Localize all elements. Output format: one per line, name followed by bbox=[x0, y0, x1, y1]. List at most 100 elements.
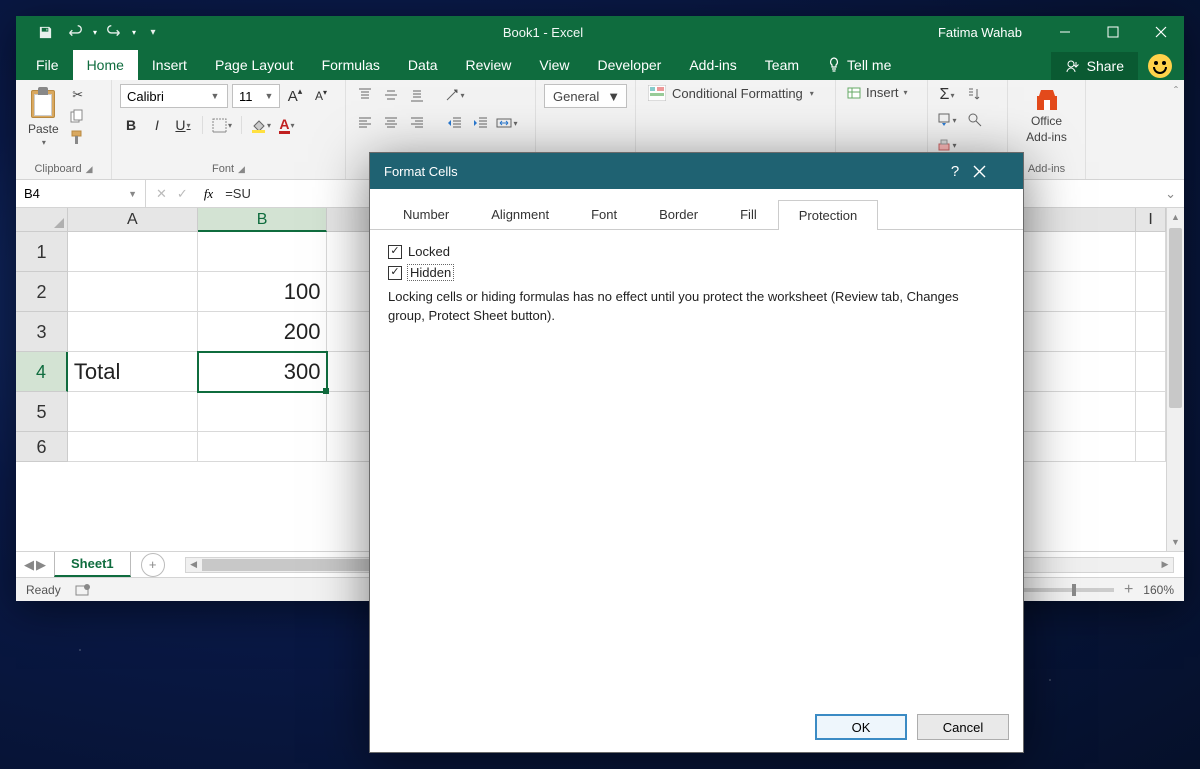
col-header-b[interactable]: B bbox=[198, 208, 328, 232]
scroll-down-icon[interactable]: ▼ bbox=[1167, 533, 1184, 551]
fill-icon[interactable]: ▾ bbox=[936, 109, 958, 131]
macro-record-icon[interactable] bbox=[75, 583, 91, 597]
align-middle-icon[interactable] bbox=[380, 84, 402, 106]
zoom-in-icon[interactable]: + bbox=[1124, 581, 1133, 599]
increase-font-icon[interactable]: A▴ bbox=[284, 85, 306, 107]
tab-review[interactable]: Review bbox=[452, 50, 526, 80]
share-button[interactable]: Share bbox=[1051, 52, 1138, 80]
font-name-combo[interactable]: ▼ bbox=[120, 84, 228, 108]
chevron-down-icon[interactable]: ▼ bbox=[128, 189, 137, 199]
dialog-tab-font[interactable]: Font bbox=[570, 199, 638, 229]
sheet-nav-next-icon[interactable]: ▶ bbox=[36, 557, 46, 573]
cell-a6[interactable] bbox=[68, 432, 198, 462]
tab-developer[interactable]: Developer bbox=[584, 50, 676, 80]
dialog-titlebar[interactable]: Format Cells ? bbox=[370, 153, 1023, 189]
row-header-4[interactable]: 4 bbox=[16, 352, 68, 392]
row-header-2[interactable]: 2 bbox=[16, 272, 68, 312]
vertical-scrollbar[interactable]: ▲ ▼ bbox=[1166, 208, 1184, 551]
underline-button[interactable]: U▾ bbox=[172, 114, 194, 136]
dialog-close-button[interactable] bbox=[973, 165, 1009, 178]
redo-icon[interactable] bbox=[101, 19, 127, 45]
autosum-icon[interactable]: Σ▾ bbox=[936, 84, 958, 106]
cancel-formula-icon[interactable]: ✕ bbox=[152, 186, 171, 202]
tab-formulas[interactable]: Formulas bbox=[308, 50, 394, 80]
cancel-button[interactable]: Cancel bbox=[917, 714, 1009, 740]
cell-b1[interactable] bbox=[198, 232, 328, 272]
cell-b5[interactable] bbox=[198, 392, 328, 432]
zoom-level[interactable]: 160% bbox=[1143, 583, 1174, 597]
align-left-icon[interactable] bbox=[354, 112, 376, 134]
dialog-tab-number[interactable]: Number bbox=[382, 199, 470, 229]
chevron-down-icon[interactable]: ▼ bbox=[607, 89, 620, 104]
font-size-input[interactable] bbox=[233, 89, 261, 104]
cell-b3[interactable]: 200 bbox=[198, 312, 328, 352]
cell-b2[interactable]: 100 bbox=[198, 272, 328, 312]
tab-page-layout[interactable]: Page Layout bbox=[201, 50, 308, 80]
dialog-tab-alignment[interactable]: Alignment bbox=[470, 199, 570, 229]
hidden-label[interactable]: Hidden bbox=[408, 265, 453, 280]
hidden-checkbox[interactable]: ✓ bbox=[388, 266, 402, 280]
expand-formula-bar-icon[interactable]: ⌄ bbox=[1157, 186, 1184, 202]
scroll-left-icon[interactable]: ◀ bbox=[186, 558, 202, 572]
feedback-smiley-icon[interactable] bbox=[1148, 54, 1172, 78]
insert-cells-button[interactable]: Insert▾ bbox=[844, 84, 910, 101]
cell-a2[interactable] bbox=[68, 272, 198, 312]
align-right-icon[interactable] bbox=[406, 112, 428, 134]
sort-filter-icon[interactable] bbox=[964, 84, 986, 106]
conditional-formatting-button[interactable]: Conditional Formatting▾ bbox=[644, 84, 818, 102]
ok-button[interactable]: OK bbox=[815, 714, 907, 740]
cell-b6[interactable] bbox=[198, 432, 328, 462]
sheet-tab-sheet1[interactable]: Sheet1 bbox=[54, 552, 131, 577]
user-name[interactable]: Fatima Wahab bbox=[920, 25, 1040, 40]
tab-data[interactable]: Data bbox=[394, 50, 452, 80]
name-box[interactable]: B4 ▼ bbox=[16, 180, 146, 207]
borders-button[interactable]: ▾ bbox=[211, 114, 233, 136]
align-bottom-icon[interactable] bbox=[406, 84, 428, 106]
align-center-icon[interactable] bbox=[380, 112, 402, 134]
bold-button[interactable]: B bbox=[120, 114, 142, 136]
number-format-combo[interactable]: General ▼ bbox=[544, 84, 627, 108]
tab-insert[interactable]: Insert bbox=[138, 50, 201, 80]
row-header-5[interactable]: 5 bbox=[16, 392, 68, 432]
enter-formula-icon[interactable]: ✓ bbox=[173, 186, 192, 202]
tab-file[interactable]: File bbox=[22, 50, 73, 80]
fx-label[interactable]: fx bbox=[198, 186, 219, 202]
scrollbar-thumb[interactable] bbox=[1169, 228, 1182, 408]
save-icon[interactable] bbox=[32, 19, 58, 45]
orientation-icon[interactable]: ▾ bbox=[444, 84, 466, 106]
paste-button[interactable]: Paste ▾ bbox=[24, 84, 63, 149]
dialog-help-button[interactable]: ? bbox=[937, 163, 973, 180]
dialog-launcher-icon[interactable]: ◢ bbox=[238, 164, 245, 175]
dialog-launcher-icon[interactable]: ◢ bbox=[86, 164, 93, 175]
maximize-button[interactable] bbox=[1090, 16, 1136, 48]
tab-home[interactable]: Home bbox=[73, 50, 138, 80]
locked-label[interactable]: Locked bbox=[408, 244, 450, 259]
dialog-tab-fill[interactable]: Fill bbox=[719, 199, 778, 229]
collapse-ribbon-icon[interactable]: ˆ bbox=[1168, 80, 1184, 102]
chevron-down-icon[interactable]: ▼ bbox=[261, 91, 277, 101]
scroll-up-icon[interactable]: ▲ bbox=[1167, 208, 1184, 226]
col-header-i[interactable]: I bbox=[1136, 208, 1166, 232]
select-all-corner[interactable] bbox=[16, 208, 68, 232]
merge-center-icon[interactable]: ▾ bbox=[496, 112, 518, 134]
cut-icon[interactable]: ✂ bbox=[69, 86, 87, 104]
italic-button[interactable]: I bbox=[146, 114, 168, 136]
row-header-6[interactable]: 6 bbox=[16, 432, 68, 462]
tab-team[interactable]: Team bbox=[751, 50, 813, 80]
add-sheet-button[interactable]: + bbox=[141, 553, 165, 577]
row-header-3[interactable]: 3 bbox=[16, 312, 68, 352]
font-color-button[interactable]: A▾ bbox=[276, 114, 298, 136]
scroll-right-icon[interactable]: ▶ bbox=[1157, 558, 1173, 572]
cell-a4[interactable]: Total bbox=[68, 352, 198, 392]
format-painter-icon[interactable] bbox=[69, 128, 87, 146]
office-addins-button[interactable]: Office Add-ins bbox=[1022, 84, 1071, 146]
chevron-down-icon[interactable]: ▼ bbox=[207, 91, 223, 101]
sheet-nav-prev-icon[interactable]: ◀ bbox=[24, 557, 34, 573]
tab-view[interactable]: View bbox=[525, 50, 583, 80]
row-header-1[interactable]: 1 bbox=[16, 232, 68, 272]
dialog-tab-protection[interactable]: Protection bbox=[778, 200, 879, 230]
increase-indent-icon[interactable] bbox=[470, 112, 492, 134]
locked-checkbox[interactable]: ✓ bbox=[388, 245, 402, 259]
dialog-tab-border[interactable]: Border bbox=[638, 199, 719, 229]
minimize-button[interactable] bbox=[1042, 16, 1088, 48]
